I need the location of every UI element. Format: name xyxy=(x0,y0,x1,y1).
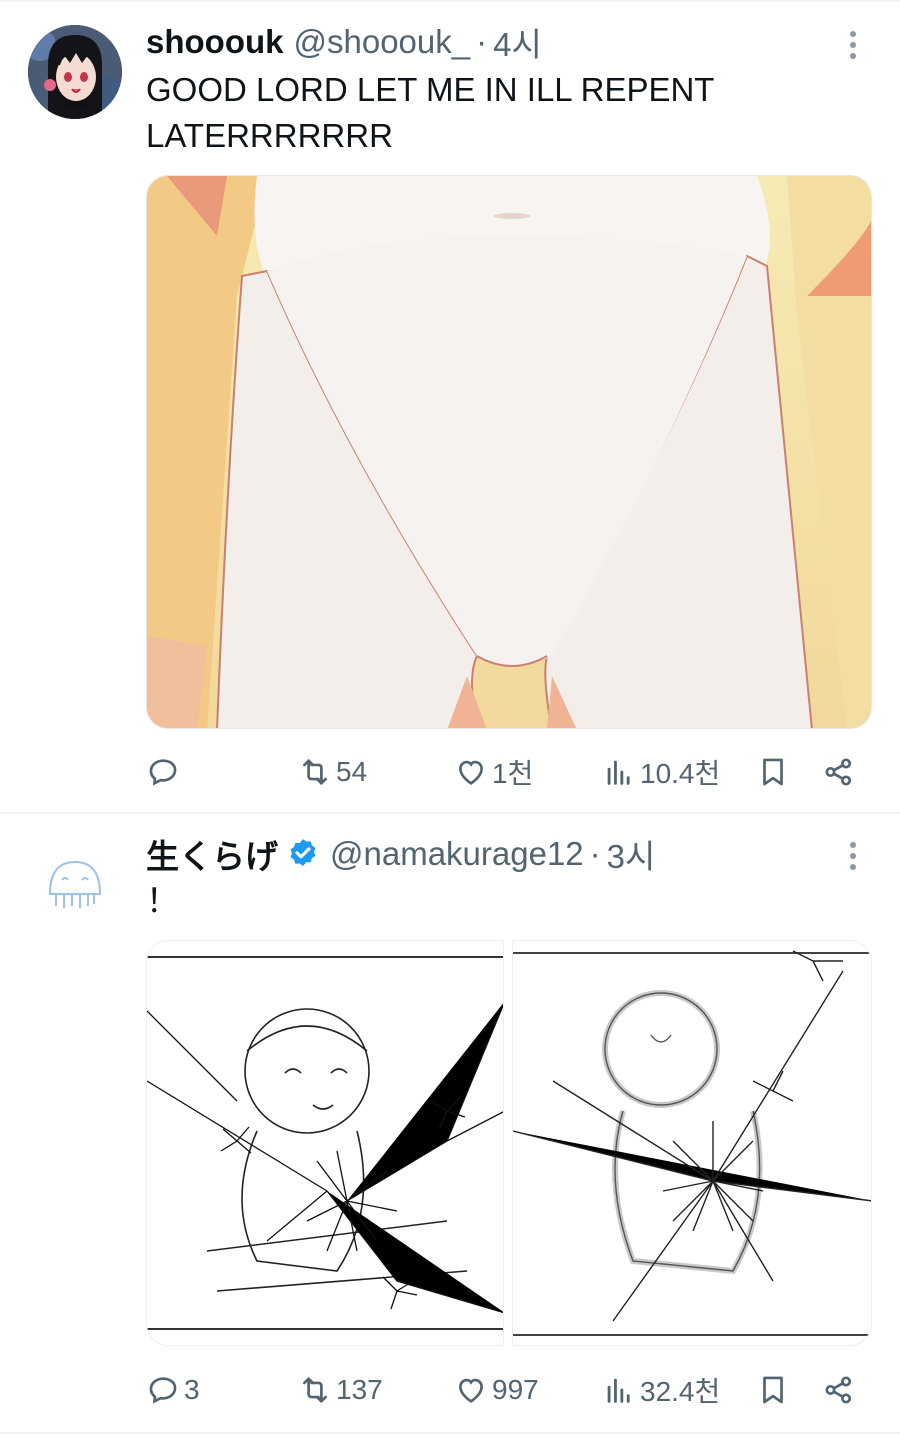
bookmark-button[interactable] xyxy=(756,752,790,792)
views-count: 10.4천 xyxy=(640,758,721,789)
author-handle[interactable]: @shooouk_ xyxy=(294,23,471,61)
more-dot xyxy=(850,42,856,48)
more-dot xyxy=(850,31,856,37)
anime-illustration-image-icon xyxy=(147,176,871,728)
retweet-icon xyxy=(303,1377,327,1403)
share-icon xyxy=(825,758,852,786)
author-handle[interactable]: @namakurage12 xyxy=(330,835,584,873)
tweet-media-image[interactable] xyxy=(146,175,872,729)
anime-girl-avatar-icon xyxy=(28,25,122,119)
share-icon xyxy=(825,1376,852,1404)
more-dot xyxy=(850,53,856,59)
tweet-media-image-1[interactable] xyxy=(146,940,504,1346)
verified-badge-icon xyxy=(290,839,316,867)
tweet-text-line: LATERRRRRRR xyxy=(146,117,393,154)
author-name[interactable]: shooouk xyxy=(146,23,284,61)
tweet-header: shooouk @shooouk_ · 4시 xyxy=(146,22,542,63)
share-button[interactable] xyxy=(822,752,856,792)
views-count: 32.4천 xyxy=(640,1376,721,1407)
views-chart-icon xyxy=(607,760,630,785)
share-button[interactable] xyxy=(822,1370,856,1410)
jellyfish-avatar-icon xyxy=(28,836,122,930)
reply-icon xyxy=(149,759,177,786)
tweet-actions: 54 1천 10.4천 xyxy=(146,752,866,792)
like-count: 997 xyxy=(492,1374,539,1405)
bookmark-button[interactable] xyxy=(756,1370,790,1410)
top-divider xyxy=(0,0,900,2)
timestamp[interactable]: 4시 xyxy=(493,18,542,66)
tweet-media-image-2[interactable] xyxy=(512,940,872,1346)
reply-count: 3 xyxy=(184,1374,200,1405)
like-count: 1천 xyxy=(492,758,534,789)
tweet-actions: 3 137 997 32.4천 xyxy=(146,1370,866,1410)
bookmark-icon xyxy=(763,758,783,786)
sketch-character-sparks-image-icon xyxy=(147,941,503,1345)
tweet-text-line: GOOD LORD LET ME IN ILL REPENT xyxy=(146,71,715,108)
retweet-count: 137 xyxy=(336,1374,383,1405)
retweet-icon xyxy=(303,759,327,785)
heart-icon xyxy=(459,1378,483,1403)
reply-button[interactable] xyxy=(146,752,184,792)
tweet-header: 生くらげ @namakurage12 · 3시 xyxy=(146,834,655,875)
avatar[interactable] xyxy=(28,836,122,930)
views-button[interactable]: 10.4천 xyxy=(602,752,720,792)
heart-icon xyxy=(459,760,483,785)
author-name[interactable]: 生くらげ xyxy=(146,830,278,878)
reply-button[interactable]: 3 xyxy=(146,1370,200,1410)
separator-dot: · xyxy=(476,23,488,60)
more-options-button[interactable] xyxy=(838,27,868,63)
reply-icon xyxy=(149,1377,177,1404)
more-options-button[interactable] xyxy=(838,838,868,874)
tweet-text-line: ！ xyxy=(146,882,179,919)
retweet-button[interactable]: 54 xyxy=(298,752,367,792)
separator-dot: · xyxy=(589,835,601,872)
views-chart-icon xyxy=(607,1378,630,1403)
avatar[interactable] xyxy=(28,25,122,119)
tweet-text: ！ xyxy=(146,878,179,924)
bookmark-icon xyxy=(763,1376,783,1404)
sketch-character-sparks-blur-image-icon xyxy=(513,941,871,1345)
tweet-divider xyxy=(0,812,900,814)
views-button[interactable]: 32.4천 xyxy=(602,1370,720,1410)
more-dot xyxy=(850,842,856,848)
more-dot xyxy=(850,864,856,870)
like-button[interactable]: 1천 xyxy=(454,752,533,792)
timestamp[interactable]: 3시 xyxy=(607,830,656,878)
like-button[interactable]: 997 xyxy=(454,1370,539,1410)
more-dot xyxy=(850,853,856,859)
retweet-count: 54 xyxy=(336,756,368,787)
tweet-text: GOOD LORD LET ME IN ILL REPENT LATERRRRR… xyxy=(146,67,714,159)
retweet-button[interactable]: 137 xyxy=(298,1370,383,1410)
